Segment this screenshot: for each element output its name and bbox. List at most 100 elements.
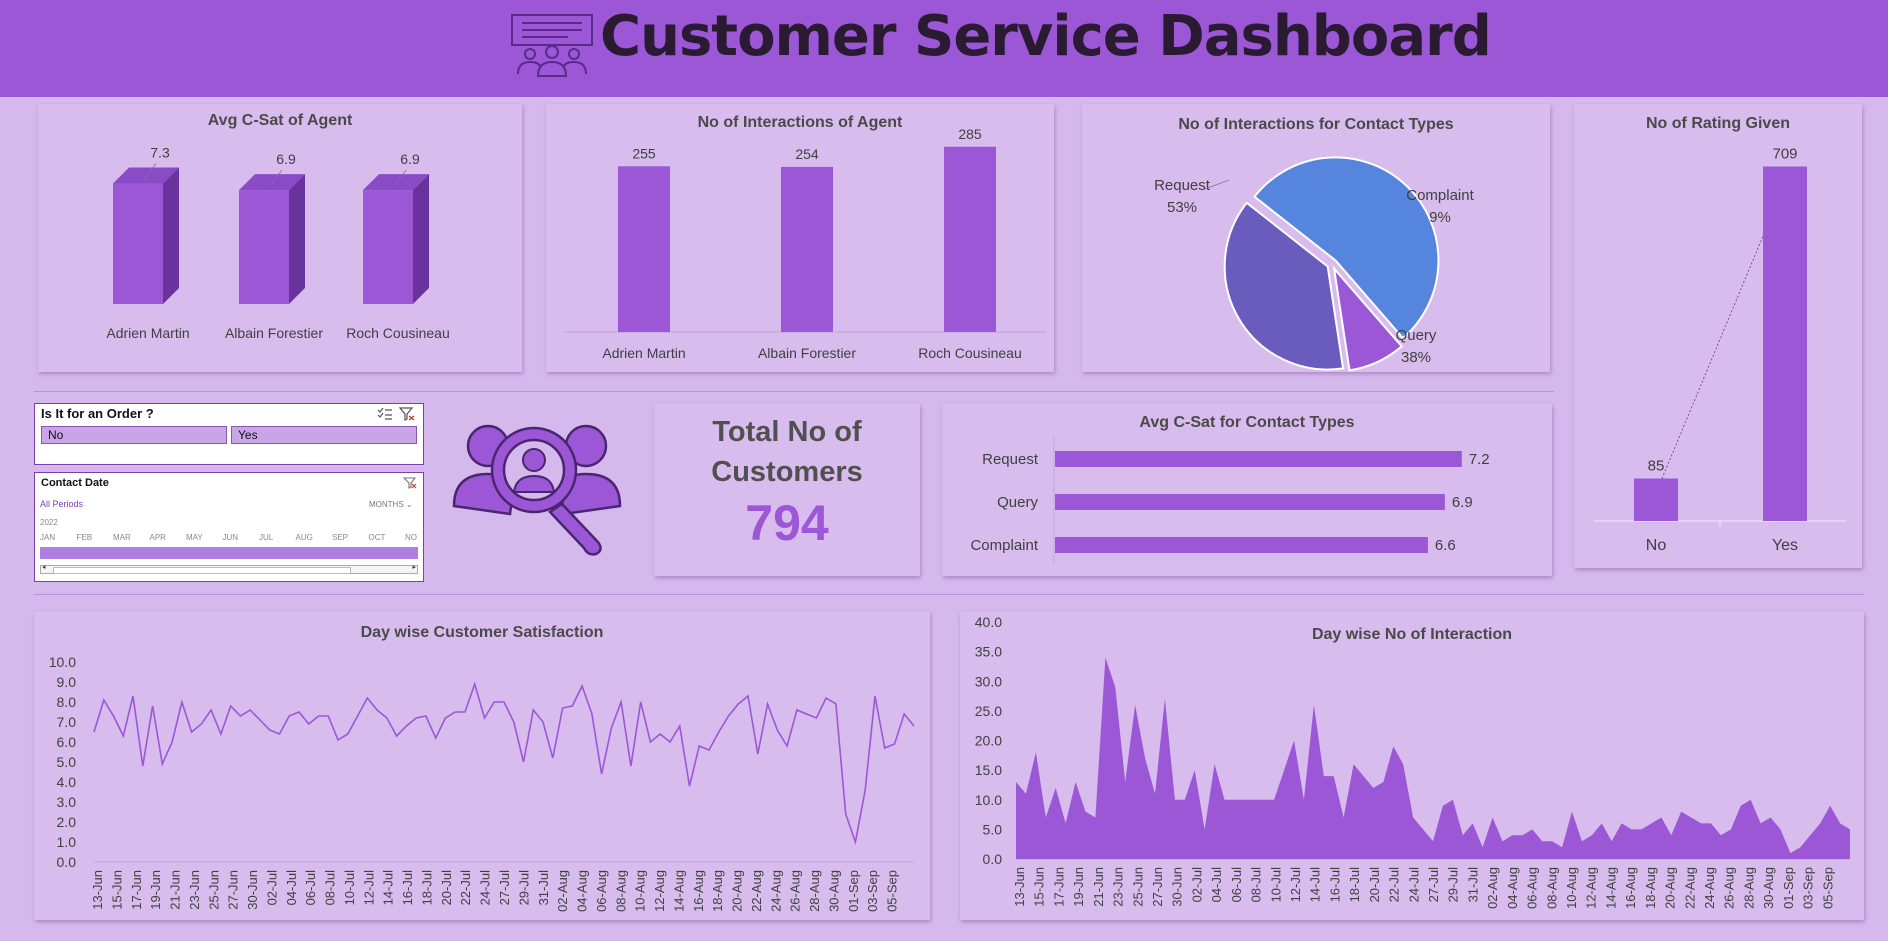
- bar: [1055, 494, 1445, 510]
- timeline-month-label[interactable]: AUG: [296, 533, 313, 542]
- x-tick-label: 25-Jun: [206, 870, 221, 910]
- x-tick-label: 24-Jul: [478, 870, 493, 906]
- multi-select-icon[interactable]: [377, 407, 393, 421]
- day-interaction-panel: Day wise No of Interaction 40.0 35.0 30.0 2…: [960, 612, 1864, 920]
- y-tick-label: 0.0: [983, 851, 1003, 867]
- y-tick-label: 10.0: [49, 654, 76, 670]
- x-tick-label: 25-Jun: [1130, 867, 1145, 907]
- x-tick-label: 10-Jul: [342, 870, 357, 906]
- x-tick-label: 29-Jul: [1446, 867, 1461, 903]
- scrollbar-thumb[interactable]: [53, 567, 351, 574]
- x-tick-label: 30-Jun: [245, 870, 260, 910]
- timeline-month-label[interactable]: MAY: [186, 533, 203, 542]
- order-slicer[interactable]: Is It for an Order ? No Yes: [34, 403, 424, 465]
- scroll-right-icon[interactable]: ▸: [412, 563, 416, 571]
- y-tick-label: 8.0: [57, 694, 77, 710]
- timeline-selection-bar[interactable]: [40, 547, 418, 559]
- x-tick-label: 21-Jun: [1091, 867, 1106, 907]
- customer-search-icon: [452, 424, 622, 556]
- x-tick-label: 16-Jul: [1327, 867, 1342, 903]
- timeline-month-label[interactable]: APR: [150, 533, 166, 542]
- timeline-year: 2022: [40, 518, 58, 527]
- x-tick-label: 18-Aug: [710, 870, 725, 912]
- csat-contact-chart: 7.2 Request 6.9 Query 6.6 Complaint: [970, 436, 1490, 564]
- x-tick-label: 06-Jul: [1229, 867, 1244, 903]
- order-option-yes[interactable]: Yes: [231, 426, 417, 444]
- x-tick-label: 31-Jul: [536, 870, 551, 906]
- x-tick-label: 23-Jun: [1111, 867, 1126, 907]
- data-label: 255: [632, 145, 656, 161]
- x-tick-label: 19-Jun: [1071, 867, 1086, 907]
- timeline-month-label[interactable]: FEB: [77, 533, 93, 542]
- divider: [34, 594, 1864, 595]
- bar: [781, 166, 833, 332]
- trend-line: [1661, 226, 1768, 479]
- y-tick-label: 10.0: [975, 792, 1002, 808]
- x-tick-label: 18-Jul: [1347, 867, 1362, 903]
- x-tick-label: 20-Jul: [439, 870, 454, 906]
- all-periods-label[interactable]: All Periods: [40, 499, 83, 509]
- bar: [239, 190, 289, 304]
- csat-contact-panel: Avg C-Sat for Contact Types 7.2 Request 6.…: [942, 404, 1552, 576]
- y-tick-label: 7.0: [57, 714, 77, 730]
- x-tick-label: 26-Aug: [788, 870, 803, 912]
- x-tick-label: 08-Jul: [323, 870, 338, 906]
- y-tick-label: 25.0: [975, 703, 1002, 719]
- interactions-agent-panel: No of Interactions of Agent 255 Adrien Ma…: [546, 104, 1054, 372]
- x-tick-label: 13-Jun: [90, 870, 105, 910]
- y-tick-label: 40.0: [975, 614, 1002, 630]
- data-label: 85: [1648, 458, 1665, 475]
- y-tick-label: 0.0: [57, 854, 77, 870]
- bar: [1055, 537, 1428, 553]
- kpi-value: 794: [745, 495, 829, 551]
- x-tick-label: 21-Jun: [168, 870, 183, 910]
- x-tick-label: 01-Sep: [846, 870, 861, 912]
- x-tick-label: 02-Aug: [1485, 867, 1500, 909]
- timeline-month-label[interactable]: JUL: [259, 533, 273, 542]
- line-series: [93, 681, 915, 846]
- time-level-dropdown[interactable]: MONTHS ⌄: [369, 500, 413, 509]
- contact-date-timeline[interactable]: Contact Date All Periods MONTHS ⌄ 2022 J…: [34, 472, 424, 582]
- timeline-month-label[interactable]: OCT: [369, 533, 386, 542]
- total-customers-card: Total No of Customers 794: [654, 404, 920, 576]
- data-label: 6.6: [1435, 537, 1456, 554]
- x-tick-label: 01-Sep: [1781, 867, 1796, 909]
- x-tick-label: 12-Jul: [1288, 867, 1303, 903]
- x-tick-label: 10-Jul: [1268, 867, 1283, 903]
- order-option-no[interactable]: No: [41, 426, 227, 444]
- x-tick-label: 03-Sep: [865, 870, 880, 912]
- timeline-month-label[interactable]: JUN: [223, 533, 239, 542]
- x-tick-label: 14-Jul: [381, 870, 396, 906]
- slice-percent: 9%: [1429, 209, 1451, 226]
- clear-filter-icon[interactable]: [399, 407, 415, 421]
- clear-filter-icon[interactable]: [403, 477, 417, 489]
- rating-chart: 85 No 709 Yes: [1594, 146, 1846, 554]
- divider: [34, 391, 1554, 392]
- timeline-month-label[interactable]: MAR: [113, 533, 131, 542]
- x-tick-label: 22-Aug: [1682, 867, 1697, 909]
- data-label: 6.9: [400, 151, 420, 167]
- x-tick-label: 05-Sep: [885, 870, 900, 912]
- timeline-month-label[interactable]: SEP: [332, 533, 348, 542]
- timeline-month-label[interactable]: NO: [405, 533, 417, 542]
- customer-service-icon: [511, 14, 593, 77]
- x-tick-label: 15-Jun: [109, 870, 124, 910]
- csat-agent-chart: 7.3 Adrien Martin 6.9 Albain Forestier 6.9 Ro…: [106, 145, 449, 341]
- rating-panel: No of Rating Given 85 No 709 Yes: [1574, 104, 1862, 568]
- x-tick-label: 24-Aug: [768, 870, 783, 912]
- timeline-scrollbar[interactable]: ◂ ▸: [40, 563, 418, 574]
- x-tick-label: 27-Jul: [1426, 867, 1441, 903]
- x-tick-label: 20-Aug: [730, 870, 745, 912]
- bar: [618, 166, 670, 332]
- x-tick-label: 18-Jul: [419, 870, 434, 906]
- category-label: Adrien Martin: [602, 345, 685, 361]
- data-label: 285: [958, 126, 982, 142]
- chevron-down-icon: ⌄: [405, 500, 413, 509]
- x-tick-label: 24-Jul: [1406, 867, 1421, 903]
- timeline-month-label[interactable]: JAN: [40, 533, 55, 542]
- x-tick-label: 19-Jun: [148, 870, 163, 910]
- scroll-left-icon[interactable]: ◂: [42, 563, 46, 571]
- x-tick-label: 08-Aug: [1544, 867, 1559, 909]
- slice-percent: 53%: [1167, 199, 1197, 216]
- x-tick-label: 08-Jul: [1249, 867, 1264, 903]
